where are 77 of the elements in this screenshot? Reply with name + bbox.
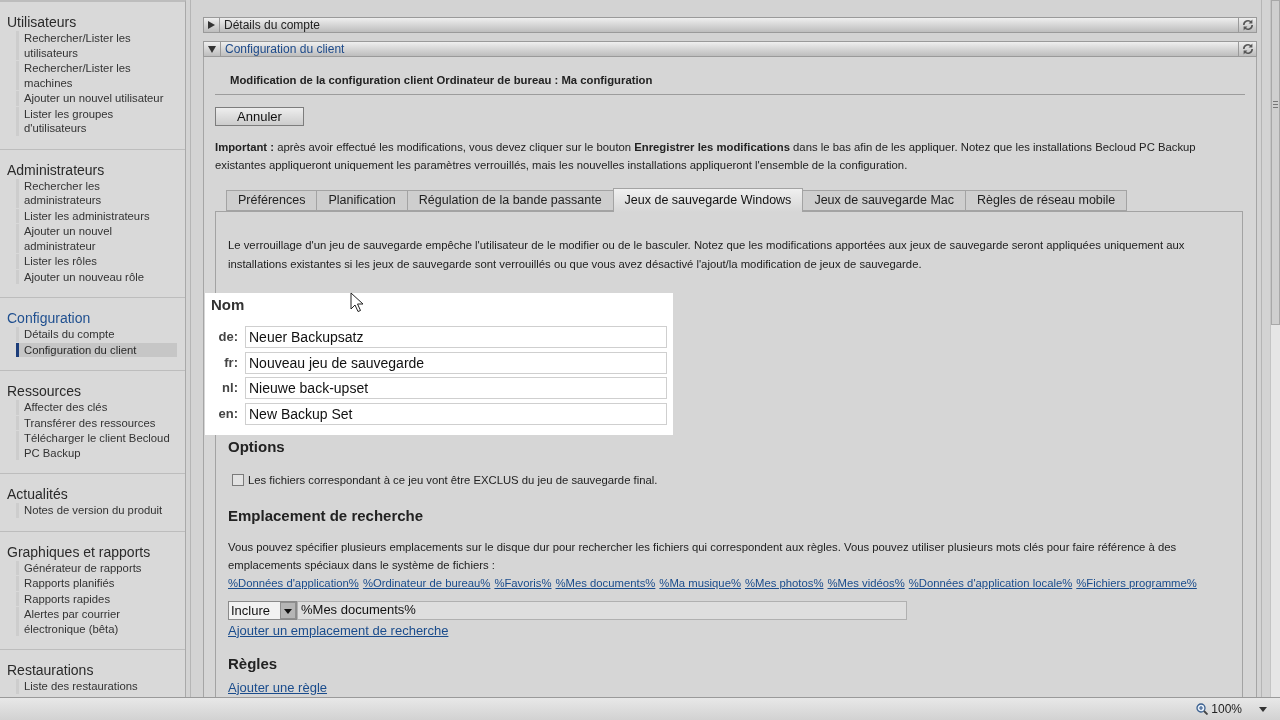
field-label: de: — [218, 329, 238, 345]
sidebar-link[interactable]: Affecter des clés — [16, 400, 177, 415]
sidebar-heading: Configuration — [7, 310, 91, 327]
checkbox-label: Les fichiers correspondant à ce jeu vont être EXCLUS du jeu de sauvegarde final. — [248, 472, 658, 487]
sidebar-link[interactable]: Télécharger le client Becloud PC Backup — [16, 431, 177, 460]
field-label: nl: — [222, 380, 238, 396]
caret-right-icon[interactable] — [208, 21, 215, 29]
text-input[interactable]: Nouveau jeu de sauvegarde — [245, 351, 667, 374]
section-heading: Nom — [211, 296, 245, 314]
caret-down-icon[interactable] — [208, 45, 216, 53]
caret-down-icon[interactable] — [1259, 706, 1267, 712]
sidebar-heading: Utilisateurs — [7, 14, 77, 31]
keyword-link[interactable]: %Données d'application% — [228, 573, 359, 592]
accordion-header[interactable]: Configuration du client — [203, 41, 1257, 57]
keyword-link[interactable]: %Favoris% — [494, 573, 552, 592]
section-heading: Emplacement de recherche — [228, 506, 424, 525]
zoom-button[interactable]: 100% — [1196, 702, 1242, 716]
cancel-button[interactable]: Annuler — [215, 107, 304, 126]
text-input[interactable]: New Backup Set — [245, 402, 667, 425]
add-rule-link[interactable]: Ajouter une règle — [228, 679, 327, 695]
tab[interactable]: Régulation de la bande passante — [406, 190, 614, 211]
add-location-link[interactable]: Ajouter un emplacement de recherche — [228, 622, 449, 638]
tab[interactable]: Jeux de sauvegarde Mac — [802, 190, 967, 211]
sidebar-heading: Restaurations — [7, 662, 94, 679]
dropdown-arrow-icon[interactable] — [280, 601, 296, 619]
sidebar-heading: Graphiques et rapports — [7, 543, 151, 561]
sidebar-heading: Ressources — [7, 383, 81, 400]
keyword-link[interactable]: %Mes vidéos% — [827, 573, 905, 592]
tab[interactable]: Jeux de sauvegarde Windows — [612, 188, 804, 212]
text-input[interactable]: Nieuwe back-upset — [245, 377, 667, 399]
grip-icon — [1273, 101, 1278, 108]
sidebar-link[interactable]: Lister les rôles — [16, 254, 177, 269]
keyword-link[interactable]: %Mes photos% — [745, 573, 824, 592]
section-heading: Règles — [228, 654, 278, 673]
sidebar-heading: Administrateurs — [7, 161, 105, 179]
sidebar-link[interactable]: Alertes par courrier électronique (bêta) — [16, 607, 177, 636]
keyword-link[interactable]: %Fichiers programme% — [1076, 573, 1197, 592]
accordion-header[interactable]: Détails du compte — [203, 17, 1257, 33]
sidebar-link[interactable]: Liste des restaurations — [16, 679, 177, 694]
path-input[interactable]: %Mes documents% — [297, 600, 907, 620]
sidebar-link[interactable]: Rechercher/Lister les utilisateurs — [16, 31, 177, 60]
sidebar-link[interactable]: Rechercher/Lister les machines — [16, 61, 177, 90]
zoom-icon — [1196, 703, 1209, 715]
keyword-link[interactable]: %Ma musique% — [659, 573, 741, 592]
text-input[interactable]: Neuer Backupsatz — [245, 326, 667, 348]
tab[interactable]: Règles de réseau mobile — [965, 190, 1128, 211]
tab-description: Le verrouillage d'un jeu de sauvegarde empêche l'utilisateur de le modifier ou de le basculer. Notez que les modifications apportées aux jeux de sauvegarde seront appliquées uniquement aux installations existantes si les jeux de sauvegarde sont verrouillés ou que vous avez désactivé l'ajout/la modification de jeux de sauvegarde. — [228, 238, 1186, 272]
checkbox[interactable] — [232, 473, 244, 486]
sidebar-link[interactable]: Notes de version du produit — [16, 503, 177, 518]
keyword-link[interactable]: %Données d'application locale% — [908, 573, 1073, 592]
tab[interactable]: Planification — [316, 190, 408, 211]
sidebar-link[interactable]: Lister les administrateurs — [16, 208, 177, 223]
search-description: Vous pouvez spécifier plusieurs emplacements sur le disque dur pour rechercher les fichiers qui correspondent aux règles. Vous pouvez utiliser plusieurs mots clés pour faire référence à des emplacements spéciaux dans le système de fichiers : — [228, 539, 1178, 573]
section-heading: Options — [228, 437, 285, 456]
scrollbar-track[interactable] — [1270, 0, 1280, 697]
notice-text: Important : après avoir effectué les modifications, vous devez cliquer sur le bouton Enregistrer les modifications dans le bas afin de les appliquer. Notez que les installations Becloud PC Backup existantes appliqueront uniquement les paramètres verrouillés, mais les nouvelles installations appliqueront l'ensemble de la configuration. — [215, 140, 1197, 173]
sidebar-link[interactable]: Générateur de rapports — [16, 560, 177, 575]
mode-dropdown[interactable]: Inclure — [228, 600, 297, 620]
sidebar-link[interactable]: Rapports rapides — [16, 591, 177, 606]
sidebar-link[interactable]: Lister les groupes d'utilisateurs — [16, 106, 177, 136]
sidebar-heading: Actualités — [7, 486, 68, 503]
sidebar-link[interactable]: Configuration du client — [16, 342, 177, 357]
keyword-link[interactable]: %Ordinateur de bureau% — [362, 573, 491, 592]
field-label: en: — [218, 405, 238, 422]
sidebar-link[interactable]: Ajouter un nouvel administrateur — [16, 224, 177, 253]
sidebar-link[interactable]: Rapports planifiés — [16, 576, 177, 591]
keyword-link[interactable]: %Mes documents% — [555, 573, 656, 592]
sidebar-link[interactable]: Ajouter un nouvel utilisateur — [16, 91, 177, 106]
sidebar-link[interactable]: Ajouter un nouveau rôle — [16, 269, 177, 284]
tab[interactable]: Préférences — [226, 190, 318, 211]
refresh-icon[interactable] — [1242, 43, 1254, 55]
sidebar-link[interactable]: Rechercher les administrateurs — [16, 178, 177, 208]
scrollbar-thumb[interactable] — [1271, 0, 1280, 325]
panel-title: Modification de la configuration client Ordinateur de bureau : Ma configuration — [230, 73, 653, 87]
refresh-icon[interactable] — [1242, 19, 1254, 31]
sidebar-link[interactable]: Transférer des ressources — [16, 415, 177, 430]
field-label: fr: — [224, 354, 238, 371]
